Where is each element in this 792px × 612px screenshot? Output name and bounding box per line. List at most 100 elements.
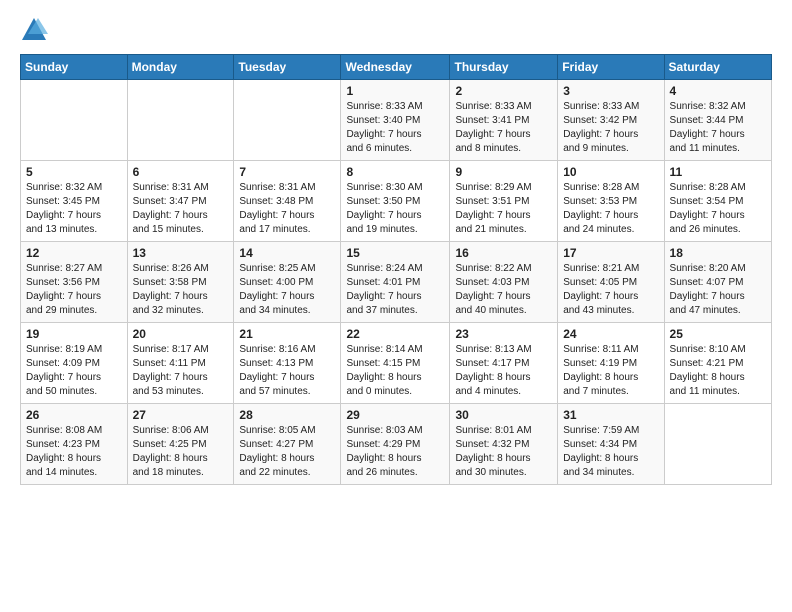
calendar-cell — [234, 80, 341, 161]
day-number: 18 — [670, 246, 766, 260]
day-info: Sunrise: 8:29 AM Sunset: 3:51 PM Dayligh… — [455, 181, 552, 237]
calendar-cell — [664, 404, 771, 485]
calendar-cell: 3 Sunrise: 8:33 AM Sunset: 3:42 PM Daylig… — [558, 80, 664, 161]
day-number: 24 — [563, 327, 658, 341]
day-info: Sunrise: 8:22 AM Sunset: 4:03 PM Dayligh… — [455, 262, 552, 318]
day-info: Sunrise: 8:26 AM Sunset: 3:58 PM Dayligh… — [133, 262, 229, 318]
calendar-week-row: 5 Sunrise: 8:32 AM Sunset: 3:45 PM Daylig… — [21, 161, 772, 242]
day-number: 17 — [563, 246, 658, 260]
day-info: Sunrise: 8:19 AM Sunset: 4:09 PM Dayligh… — [26, 343, 122, 399]
day-number: 25 — [670, 327, 766, 341]
day-number: 31 — [563, 408, 658, 422]
weekday-header: Tuesday — [234, 55, 341, 80]
day-number: 19 — [26, 327, 122, 341]
day-info: Sunrise: 8:24 AM Sunset: 4:01 PM Dayligh… — [346, 262, 444, 318]
calendar-cell: 24 Sunrise: 8:11 AM Sunset: 4:19 PM Dayli… — [558, 323, 664, 404]
calendar-cell: 23Sunrise: 8:13 AM Sunset: 4:17 PM Dayli… — [450, 323, 558, 404]
day-info: Sunrise: 8:31 AM Sunset: 3:48 PM Dayligh… — [239, 181, 335, 237]
day-info: Sunrise: 8:33 AM Sunset: 3:40 PM Dayligh… — [346, 100, 444, 156]
day-info: Sunrise: 8:11 AM Sunset: 4:19 PM Dayligh… — [563, 343, 658, 399]
calendar-cell: 10 Sunrise: 8:28 AM Sunset: 3:53 PM Dayli… — [558, 161, 664, 242]
day-info: Sunrise: 8:01 AM Sunset: 4:32 PM Dayligh… — [455, 424, 552, 480]
calendar-cell: 7 Sunrise: 8:31 AM Sunset: 3:48 PM Daylig… — [234, 161, 341, 242]
weekday-header: Thursday — [450, 55, 558, 80]
day-info: Sunrise: 8:13 AM Sunset: 4:17 PM Dayligh… — [455, 343, 552, 399]
calendar-cell: 25 Sunrise: 8:10 AM Sunset: 4:21 PM Dayli… — [664, 323, 771, 404]
calendar-cell: 16 Sunrise: 8:22 AM Sunset: 4:03 PM Dayli… — [450, 242, 558, 323]
day-number: 14 — [239, 246, 335, 260]
calendar-cell: 14Sunrise: 8:25 AM Sunset: 4:00 PM Dayli… — [234, 242, 341, 323]
day-info: Sunrise: 8:32 AM Sunset: 3:44 PM Dayligh… — [670, 100, 766, 156]
calendar-cell: 28 Sunrise: 8:05 AM Sunset: 4:27 PM Dayli… — [234, 404, 341, 485]
weekday-header: Saturday — [664, 55, 771, 80]
weekday-header: Monday — [127, 55, 234, 80]
day-info: Sunrise: 8:06 AM Sunset: 4:25 PM Dayligh… — [133, 424, 229, 480]
calendar-cell: 8 Sunrise: 8:30 AM Sunset: 3:50 PM Daylig… — [341, 161, 450, 242]
calendar-cell: 17 Sunrise: 8:21 AM Sunset: 4:05 PM Dayli… — [558, 242, 664, 323]
calendar-table: SundayMondayTuesdayWednesdayThursdayFrid… — [20, 54, 772, 485]
calendar-cell: 5 Sunrise: 8:32 AM Sunset: 3:45 PM Daylig… — [21, 161, 128, 242]
day-number: 12 — [26, 246, 122, 260]
day-number: 6 — [133, 165, 229, 179]
logo-icon — [20, 16, 48, 44]
day-number: 21 — [239, 327, 335, 341]
calendar-cell: 2Sunrise: 8:33 AM Sunset: 3:41 PM Daylig… — [450, 80, 558, 161]
calendar-cell: 21Sunrise: 8:16 AM Sunset: 4:13 PM Dayli… — [234, 323, 341, 404]
day-info: Sunrise: 8:33 AM Sunset: 3:42 PM Dayligh… — [563, 100, 658, 156]
calendar-cell: 22Sunrise: 8:14 AM Sunset: 4:15 PM Dayli… — [341, 323, 450, 404]
day-number: 5 — [26, 165, 122, 179]
day-info: Sunrise: 8:08 AM Sunset: 4:23 PM Dayligh… — [26, 424, 122, 480]
day-number: 3 — [563, 84, 658, 98]
day-info: Sunrise: 8:17 AM Sunset: 4:11 PM Dayligh… — [133, 343, 229, 399]
day-number: 28 — [239, 408, 335, 422]
day-info: Sunrise: 8:31 AM Sunset: 3:47 PM Dayligh… — [133, 181, 229, 237]
calendar-cell: 31 Sunrise: 7:59 AM Sunset: 4:34 PM Dayli… — [558, 404, 664, 485]
day-info: Sunrise: 8:32 AM Sunset: 3:45 PM Dayligh… — [26, 181, 122, 237]
calendar-cell: 29Sunrise: 8:03 AM Sunset: 4:29 PM Dayli… — [341, 404, 450, 485]
day-info: Sunrise: 8:20 AM Sunset: 4:07 PM Dayligh… — [670, 262, 766, 318]
day-info: Sunrise: 8:33 AM Sunset: 3:41 PM Dayligh… — [455, 100, 552, 156]
logo — [20, 16, 52, 44]
calendar-week-row: 19 Sunrise: 8:19 AM Sunset: 4:09 PM Dayli… — [21, 323, 772, 404]
weekday-header: Sunday — [21, 55, 128, 80]
day-info: Sunrise: 8:05 AM Sunset: 4:27 PM Dayligh… — [239, 424, 335, 480]
day-info: Sunrise: 7:59 AM Sunset: 4:34 PM Dayligh… — [563, 424, 658, 480]
day-number: 20 — [133, 327, 229, 341]
calendar-cell: 9 Sunrise: 8:29 AM Sunset: 3:51 PM Daylig… — [450, 161, 558, 242]
header — [20, 16, 772, 44]
day-number: 15 — [346, 246, 444, 260]
calendar-cell: 20 Sunrise: 8:17 AM Sunset: 4:11 PM Dayli… — [127, 323, 234, 404]
day-info: Sunrise: 8:10 AM Sunset: 4:21 PM Dayligh… — [670, 343, 766, 399]
day-number: 7 — [239, 165, 335, 179]
day-number: 1 — [346, 84, 444, 98]
day-number: 8 — [346, 165, 444, 179]
day-info: Sunrise: 8:14 AM Sunset: 4:15 PM Dayligh… — [346, 343, 444, 399]
day-number: 27 — [133, 408, 229, 422]
weekday-header-row: SundayMondayTuesdayWednesdayThursdayFrid… — [21, 55, 772, 80]
calendar-week-row: 26 Sunrise: 8:08 AM Sunset: 4:23 PM Dayli… — [21, 404, 772, 485]
day-number: 9 — [455, 165, 552, 179]
day-info: Sunrise: 8:27 AM Sunset: 3:56 PM Dayligh… — [26, 262, 122, 318]
calendar-cell — [127, 80, 234, 161]
day-number: 26 — [26, 408, 122, 422]
calendar-cell: 11 Sunrise: 8:28 AM Sunset: 3:54 PM Dayli… — [664, 161, 771, 242]
calendar-cell: 15 Sunrise: 8:24 AM Sunset: 4:01 PM Dayli… — [341, 242, 450, 323]
weekday-header: Wednesday — [341, 55, 450, 80]
day-number: 16 — [455, 246, 552, 260]
day-info: Sunrise: 8:28 AM Sunset: 3:53 PM Dayligh… — [563, 181, 658, 237]
day-info: Sunrise: 8:28 AM Sunset: 3:54 PM Dayligh… — [670, 181, 766, 237]
calendar-cell: 6 Sunrise: 8:31 AM Sunset: 3:47 PM Daylig… — [127, 161, 234, 242]
calendar-cell — [21, 80, 128, 161]
day-number: 30 — [455, 408, 552, 422]
weekday-header: Friday — [558, 55, 664, 80]
calendar-cell: 30 Sunrise: 8:01 AM Sunset: 4:32 PM Dayli… — [450, 404, 558, 485]
calendar-week-row: 1 Sunrise: 8:33 AM Sunset: 3:40 PM Daylig… — [21, 80, 772, 161]
day-info: Sunrise: 8:30 AM Sunset: 3:50 PM Dayligh… — [346, 181, 444, 237]
day-number: 13 — [133, 246, 229, 260]
day-number: 10 — [563, 165, 658, 179]
calendar-cell: 13 Sunrise: 8:26 AM Sunset: 3:58 PM Dayli… — [127, 242, 234, 323]
calendar-cell: 1 Sunrise: 8:33 AM Sunset: 3:40 PM Daylig… — [341, 80, 450, 161]
day-info: Sunrise: 8:21 AM Sunset: 4:05 PM Dayligh… — [563, 262, 658, 318]
day-number: 29 — [346, 408, 444, 422]
day-number: 11 — [670, 165, 766, 179]
